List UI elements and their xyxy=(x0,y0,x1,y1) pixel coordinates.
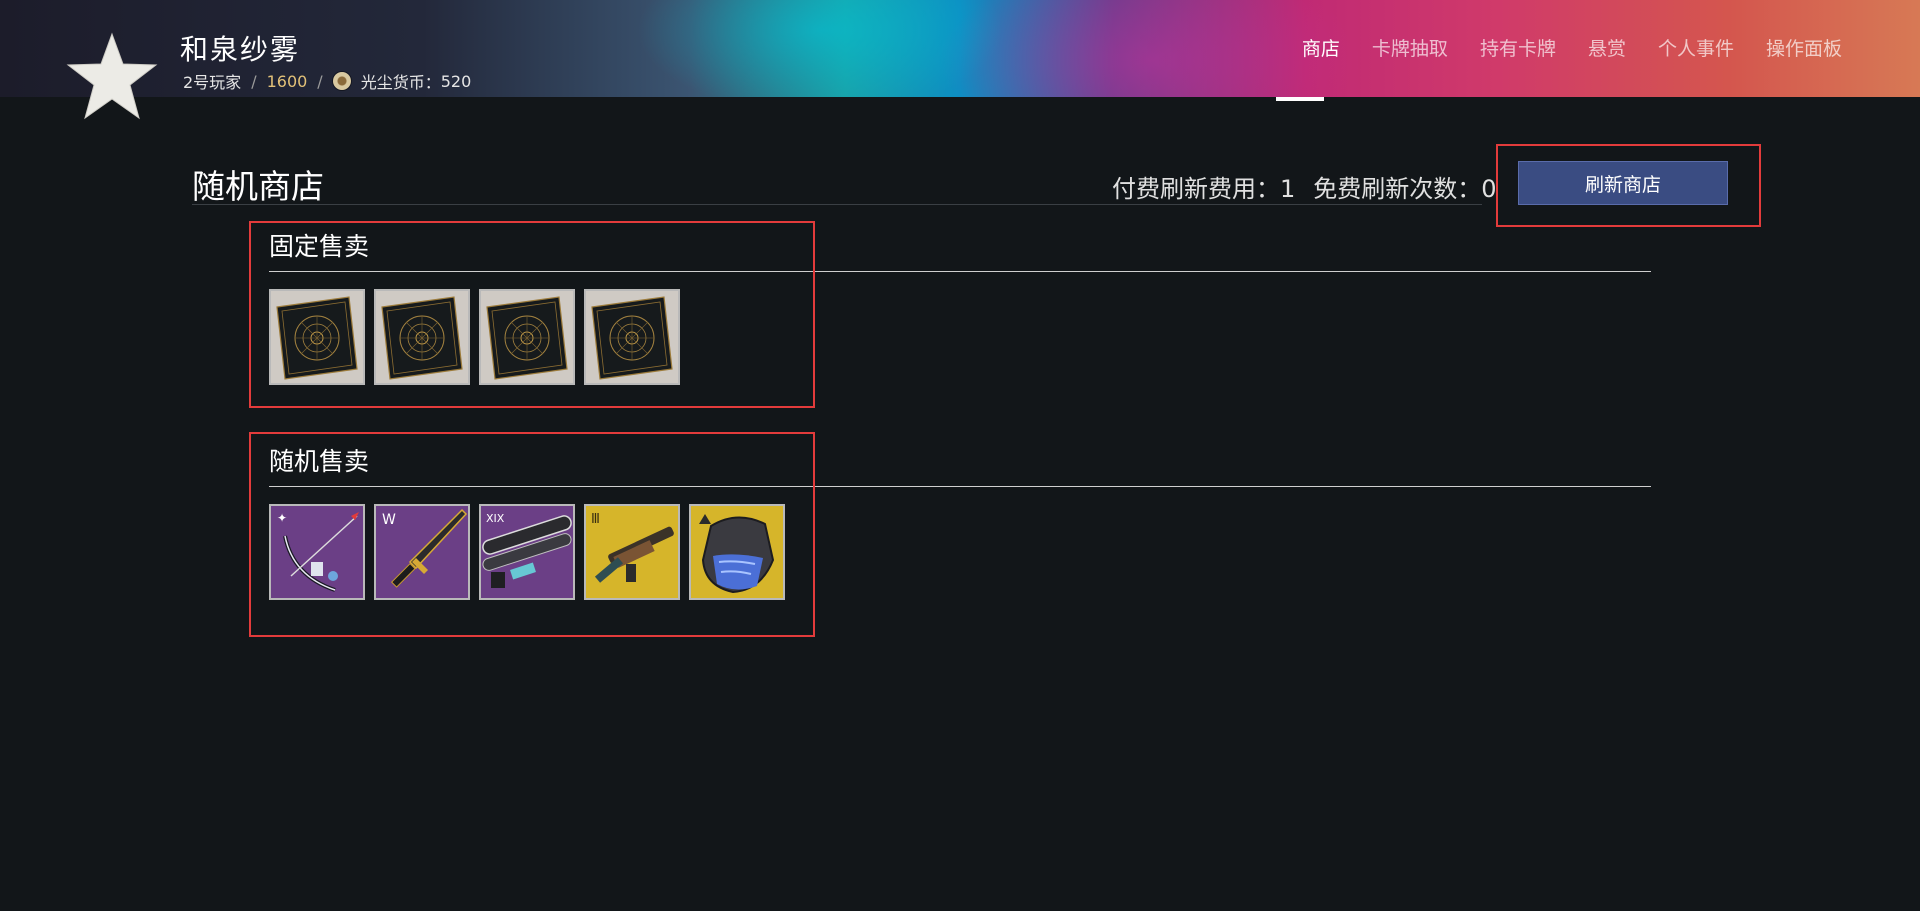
section-title-random: 随机售卖 xyxy=(269,447,370,476)
heavy-weapon-icon: XIX xyxy=(481,506,573,598)
nav-tab-shop[interactable]: 商店 xyxy=(1302,34,1340,61)
free-refresh-value: 0 xyxy=(1481,175,1497,203)
title-divider xyxy=(192,204,1482,205)
nav-tab-personal-events[interactable]: 个人事件 xyxy=(1658,34,1734,61)
main-nav: 商店 卡牌抽取 持有卡牌 悬赏 个人事件 操作面板 xyxy=(1270,34,1842,61)
lightdust-coin-icon xyxy=(332,72,351,90)
power-level: 1600 xyxy=(266,71,308,91)
sword-weapon-icon: W xyxy=(376,506,468,598)
card-pack-icon xyxy=(481,291,573,383)
page-title: 随机商店 xyxy=(192,167,324,206)
nav-tab-owned-cards[interactable]: 持有卡牌 xyxy=(1480,34,1556,61)
emblem-star-icon[interactable] xyxy=(66,32,158,120)
card-pack-item[interactable] xyxy=(269,289,365,385)
currency-label: 光尘货币： xyxy=(360,73,441,92)
card-pack-item[interactable] xyxy=(479,289,575,385)
svg-text:✦: ✦ xyxy=(277,511,287,525)
section-title-fixed: 固定售卖 xyxy=(269,232,370,261)
paid-refresh-label: 付费刷新费用： xyxy=(1112,175,1280,203)
section-divider xyxy=(269,486,1651,487)
card-pack-icon xyxy=(271,291,363,383)
helmet-armor-icon xyxy=(691,506,783,598)
player-meta: 2号玩家 / 1600 / 光尘货币： 520 xyxy=(183,69,471,93)
heavy-weapon-item[interactable]: XIX xyxy=(479,504,575,600)
bow-weapon-icon: ✦ xyxy=(271,506,363,598)
random-items-row: ✦ W XIX Ⅲ xyxy=(269,504,785,600)
active-tab-indicator xyxy=(1276,97,1324,101)
refresh-info: 付费刷新费用：1 免费刷新次数：0 xyxy=(1112,169,1497,204)
card-pack-icon xyxy=(586,291,678,383)
refresh-shop-button[interactable]: 刷新商店 xyxy=(1518,161,1728,205)
currency-value: 520 xyxy=(440,71,472,91)
player-tag: 2号玩家 xyxy=(183,73,242,92)
card-pack-item[interactable] xyxy=(584,289,680,385)
card-pack-item[interactable] xyxy=(374,289,470,385)
free-refresh-label: 免费刷新次数： xyxy=(1313,175,1482,203)
paid-refresh-value: 1 xyxy=(1280,175,1296,203)
helmet-armor-item[interactable] xyxy=(689,504,785,600)
separator: / xyxy=(317,71,323,91)
rifle-weapon-icon: Ⅲ xyxy=(586,506,678,598)
nav-tab-card-draw[interactable]: 卡牌抽取 xyxy=(1372,34,1448,61)
svg-text:Ⅲ: Ⅲ xyxy=(591,512,600,527)
sword-weapon-item[interactable]: W xyxy=(374,504,470,600)
svg-text:XIX: XIX xyxy=(486,512,505,525)
nav-tab-control-panel[interactable]: 操作面板 xyxy=(1766,34,1842,61)
fixed-items-row xyxy=(269,289,680,385)
separator: / xyxy=(251,71,257,91)
bow-weapon-item[interactable]: ✦ xyxy=(269,504,365,600)
nav-tab-bounties[interactable]: 悬赏 xyxy=(1588,34,1626,61)
section-divider xyxy=(269,271,1651,272)
player-name: 和泉纱雾 xyxy=(180,33,301,66)
svg-text:W: W xyxy=(382,512,396,528)
rifle-weapon-item[interactable]: Ⅲ xyxy=(584,504,680,600)
card-pack-icon xyxy=(376,291,468,383)
